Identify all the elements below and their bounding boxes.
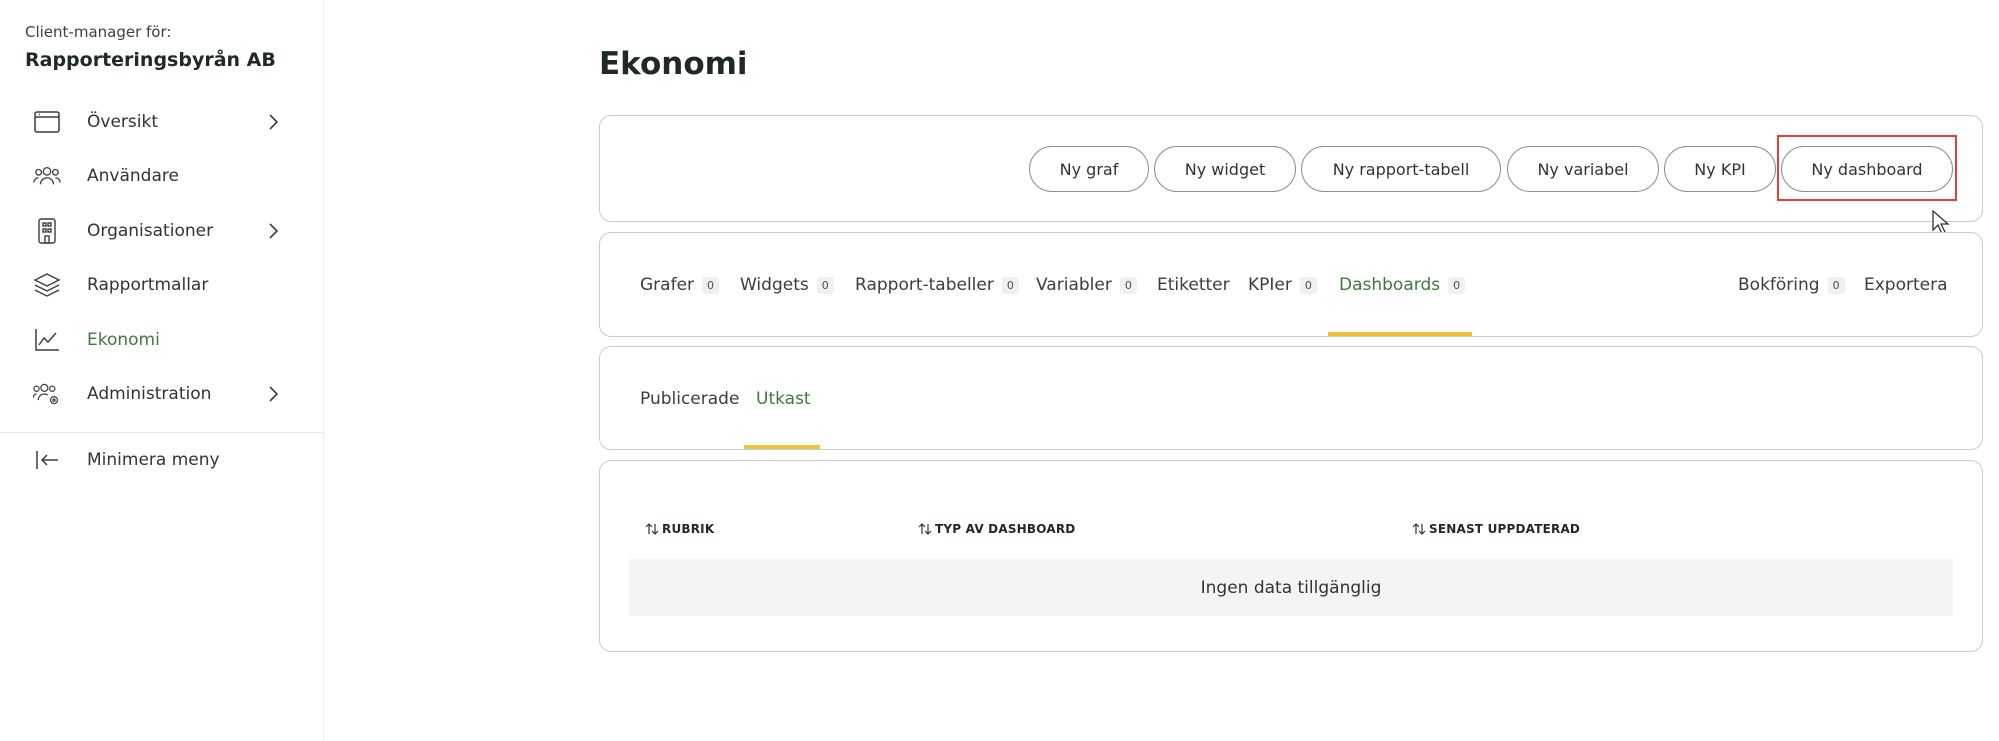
browser-window-icon: [33, 109, 61, 135]
sidebar-item-label: Rapportmallar: [87, 275, 209, 295]
users-icon: [33, 163, 61, 189]
sidebar-item-organisationer[interactable]: Organisationer: [0, 207, 324, 255]
count-badge: 0: [1001, 276, 1019, 294]
sidebar-item-administration[interactable]: Administration: [0, 370, 324, 418]
new-dashboard-button[interactable]: Ny dashboard: [1781, 146, 1953, 192]
new-report-table-button[interactable]: Ny rapport-tabell: [1301, 146, 1501, 192]
action-toolbar: Ny graf Ny widget Ny rapport-tabell Ny v…: [599, 115, 1983, 222]
sidebar-item-oversikt[interactable]: Översikt: [0, 98, 324, 146]
empty-state-row: Ingen data tillgänglig: [629, 559, 1953, 616]
tab-grafer[interactable]: Grafer 0: [640, 273, 720, 297]
sidebar-item-label: Användare: [87, 166, 179, 186]
client-manager-label: Client-manager för:: [25, 23, 172, 41]
new-kpi-button[interactable]: Ny KPI: [1664, 146, 1776, 192]
column-header-rubrik[interactable]: RUBRIK: [645, 522, 714, 536]
sidebar-divider: [0, 432, 324, 433]
client-name: Rapporteringsbyrån AB: [25, 49, 276, 71]
sidebar: Client-manager för: Rapporteringsbyrån A…: [0, 0, 324, 741]
category-tabs: Grafer 0 Widgets 0 Rapport-tabeller 0 Varia…: [599, 232, 1983, 337]
sidebar-item-rapportmallar[interactable]: Rapportmallar: [0, 261, 324, 309]
sort-icon: [918, 523, 932, 535]
count-badge: 0: [702, 276, 720, 294]
new-widget-button[interactable]: Ny widget: [1154, 146, 1296, 192]
new-graph-button[interactable]: Ny graf: [1029, 146, 1149, 192]
collapse-left-icon: [33, 447, 61, 473]
count-badge: 0: [1827, 276, 1845, 294]
column-header-typ-av-dashboard[interactable]: TYP AV DASHBOARD: [918, 522, 1075, 536]
count-badge: 0: [1299, 276, 1317, 294]
chevron-right-icon[interactable]: [263, 384, 283, 404]
sort-icon: [645, 523, 659, 535]
sidebar-item-label: Ekonomi: [87, 330, 160, 350]
sidebar-item-anvandare[interactable]: Användare: [0, 152, 324, 200]
tab-kpier[interactable]: KPIer 0: [1248, 273, 1317, 297]
count-badge: 0: [1448, 276, 1466, 294]
tab-widgets[interactable]: Widgets 0: [740, 273, 834, 297]
layers-icon: [33, 272, 61, 298]
sort-icon: [1412, 523, 1426, 535]
users-gear-icon: [33, 381, 61, 407]
sidebar-item-label: Översikt: [87, 112, 158, 132]
column-header-senast-uppdaterad[interactable]: SENAST UPPDATERAD: [1412, 522, 1580, 536]
sidebar-item-label: Administration: [87, 384, 212, 404]
count-badge: 0: [1119, 276, 1137, 294]
tab-exportera[interactable]: Exportera: [1864, 273, 1948, 297]
active-subtab-indicator: [744, 445, 820, 449]
chevron-right-icon[interactable]: [263, 221, 283, 241]
count-badge: 0: [816, 276, 834, 294]
active-tab-indicator: [1328, 332, 1472, 336]
new-variable-button[interactable]: Ny variabel: [1507, 146, 1659, 192]
minimize-menu-label: Minimera meny: [87, 450, 220, 470]
tab-variabler[interactable]: Variabler 0: [1036, 273, 1137, 297]
tab-dashboards[interactable]: Dashboards 0: [1339, 273, 1466, 297]
chevron-right-icon[interactable]: [263, 112, 283, 132]
status-tabs: Publicerade Utkast: [599, 346, 1983, 450]
building-icon: [33, 218, 61, 244]
page-title: Ekonomi: [599, 46, 748, 82]
minimize-menu-button[interactable]: Minimera meny: [0, 436, 324, 484]
tab-publicerade[interactable]: Publicerade: [640, 387, 739, 411]
sidebar-item-ekonomi[interactable]: Ekonomi: [0, 316, 324, 364]
tab-bokforing[interactable]: Bokföring 0: [1738, 273, 1845, 297]
sidebar-item-label: Organisationer: [87, 221, 214, 241]
tab-utkast[interactable]: Utkast: [756, 387, 811, 411]
dashboards-table: RUBRIK TYP AV DASHBOARD SENAST UPPDATERA…: [599, 460, 1983, 652]
tab-etiketter[interactable]: Etiketter: [1157, 273, 1230, 297]
tab-rapport-tabeller[interactable]: Rapport-tabeller 0: [855, 273, 1019, 297]
line-chart-icon: [33, 327, 61, 353]
